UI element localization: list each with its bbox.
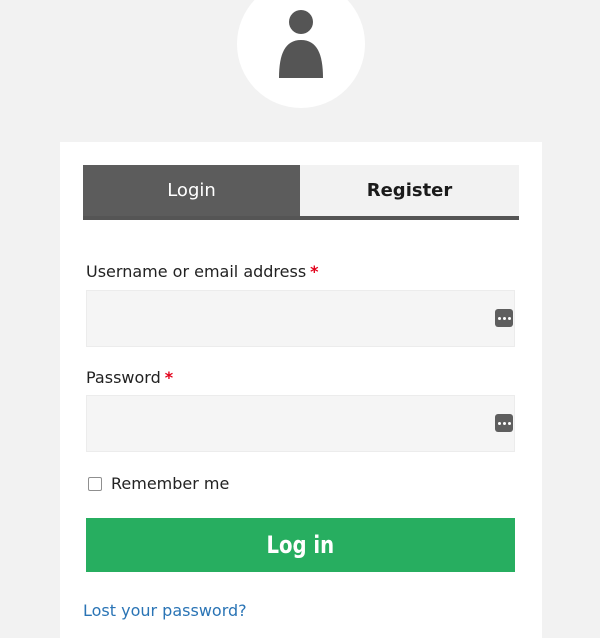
required-marker: * [164,368,174,387]
login-button[interactable]: Log in [86,518,515,572]
user-icon [279,10,323,78]
remember-me-label: Remember me [111,474,230,493]
remember-me[interactable]: Remember me [88,474,229,493]
login-card: Login Register Username or email address… [60,142,542,638]
required-marker: * [310,262,319,281]
username-field-wrapper [86,290,515,347]
tab-register[interactable]: Register [300,165,519,216]
password-manager-icon[interactable] [495,309,513,327]
page: Login Register Username or email address… [0,0,600,638]
tab-login[interactable]: Login [83,165,300,216]
password-label: Password * [86,368,173,387]
tab-bar: Login Register [83,165,519,220]
lost-password-link[interactable]: Lost your password? [83,601,247,620]
password-field-wrapper [86,395,515,452]
password-label-text: Password [86,368,161,387]
username-label-text: Username or email address [86,262,307,281]
username-label: Username or email address * [86,262,319,281]
password-manager-icon[interactable] [495,414,513,432]
password-input[interactable] [87,396,514,451]
remember-me-checkbox[interactable] [88,476,102,491]
avatar [237,0,365,108]
login-button-label: Log in [266,531,335,559]
username-input[interactable] [87,291,514,346]
